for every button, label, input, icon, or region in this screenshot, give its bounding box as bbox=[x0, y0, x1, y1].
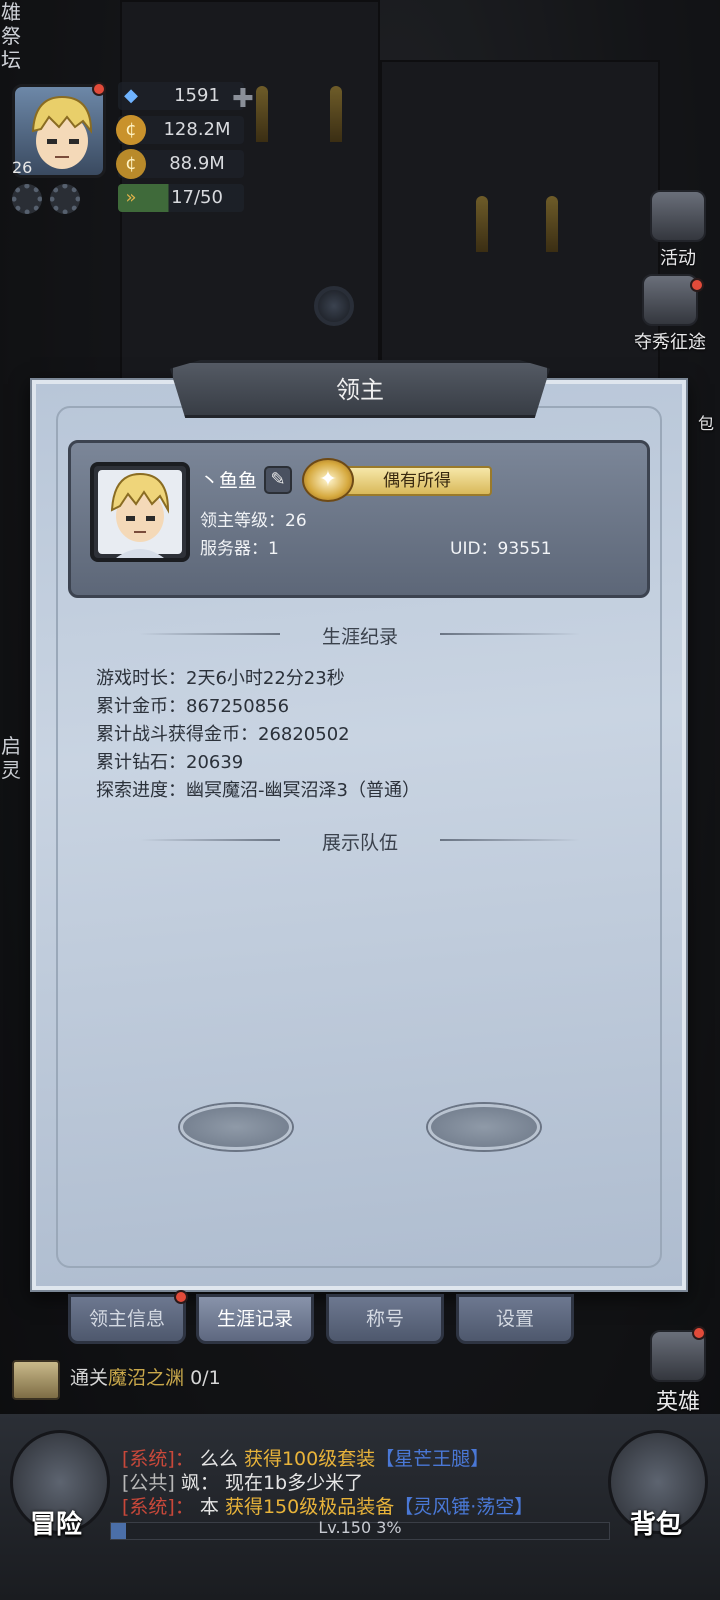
stat-total-diamonds: 累计钻石：20639 bbox=[96, 752, 244, 773]
team-section-header: 展示队伍 bbox=[140, 828, 580, 855]
side-item-partial[interactable]: 包 bbox=[698, 410, 714, 434]
coin-counter: ¢ 88.9M bbox=[116, 149, 244, 179]
side-item-partial-label: 包 bbox=[697, 414, 714, 433]
scroll-icon bbox=[650, 190, 706, 242]
chat-text: 现在1b多少米了 bbox=[224, 1472, 364, 1494]
quest-tracker[interactable]: 通关魔沼之渊 0/1 bbox=[12, 1358, 432, 1400]
dialog-title: 领主 bbox=[170, 360, 550, 418]
diamond-icon: ◆ bbox=[124, 85, 138, 106]
notification-dot bbox=[174, 1290, 188, 1304]
title-badge[interactable]: 偶有所得 ✦ bbox=[302, 458, 498, 502]
chat-message: [系统]： 么么 获得100级套装【星芒王腿】 bbox=[122, 1444, 489, 1471]
chat-tag: [公共] bbox=[122, 1472, 175, 1494]
stat-exploration: 探索进度：幽冥魔沼-幽冥沼泽3（普通） bbox=[96, 780, 420, 801]
gold-value: 128.2M bbox=[163, 119, 231, 140]
activity-button[interactable]: 活动 bbox=[650, 190, 706, 270]
notification-dot bbox=[92, 82, 106, 96]
chat-text: 获得100级套装 bbox=[243, 1448, 376, 1470]
divider bbox=[140, 839, 280, 841]
career-section-header: 生涯纪录 bbox=[140, 622, 580, 649]
chat-sender: 么么 bbox=[199, 1448, 238, 1470]
quest-progress: 0/1 bbox=[190, 1367, 221, 1389]
team-header-text: 展示队伍 bbox=[321, 832, 398, 854]
diamond-value: 1591 bbox=[174, 85, 220, 106]
campaign-label: 夺秀征途 bbox=[634, 332, 706, 353]
server-info: 服务器：1 bbox=[200, 539, 279, 559]
player-level: 26 bbox=[12, 158, 33, 177]
team-slot[interactable] bbox=[428, 1104, 540, 1150]
quest-prefix: 通关 bbox=[70, 1367, 109, 1389]
tab-lord-info[interactable]: 领主信息 bbox=[68, 1294, 186, 1344]
tab-career-record[interactable]: 生涯记录 bbox=[196, 1294, 314, 1344]
hero-button[interactable]: 英雄 bbox=[650, 1330, 706, 1416]
chat-text: 获得150级极品装备 bbox=[224, 1496, 395, 1518]
chat-sender: 本 bbox=[199, 1496, 219, 1518]
player-name: 丶鱼鱼 bbox=[200, 470, 258, 492]
side-text-spirit[interactable]: 启 灵 bbox=[0, 734, 22, 782]
gold-counter: ¢ 128.2M bbox=[116, 115, 244, 145]
chat-message: [系统]： 本 获得150级极品装备【灵风锤·荡空】 bbox=[122, 1492, 533, 1519]
activity-label: 活动 bbox=[660, 248, 696, 269]
chat-item[interactable]: 【星芒王腿】 bbox=[375, 1448, 489, 1470]
coin-icon: ¢ bbox=[116, 149, 146, 179]
edit-name-icon[interactable]: ✎ bbox=[264, 466, 292, 494]
coin-value: 88.9M bbox=[169, 153, 225, 174]
bag-label: 背包 bbox=[630, 1510, 683, 1540]
tab-titles[interactable]: 称号 bbox=[326, 1294, 444, 1344]
add-diamond-icon[interactable]: ✚ bbox=[232, 84, 254, 114]
hero-label: 英雄 bbox=[655, 1390, 700, 1415]
lord-level: 领主等级：26 bbox=[200, 511, 307, 531]
chat-item[interactable]: 【灵风锤·荡空】 bbox=[394, 1496, 533, 1518]
chat-message: [公共] 飒： 现在1b多少米了 bbox=[122, 1468, 363, 1495]
stat-total-gold: 累计金币：867250856 bbox=[96, 696, 290, 717]
notification-dot bbox=[690, 278, 704, 292]
stat-playtime: 游戏时长：2天6小时22分23秒 bbox=[96, 668, 345, 689]
hero-portrait-icon bbox=[110, 472, 170, 558]
uid-info: UID：93551 bbox=[450, 539, 552, 559]
stamina-counter: » 17/50 bbox=[118, 184, 244, 212]
xp-percent: 3% bbox=[376, 1518, 402, 1537]
player-portrait[interactable] bbox=[90, 462, 190, 562]
stat-battle-gold: 累计战斗获得金币：26820502 bbox=[96, 724, 350, 745]
winged-emblem-icon: ✦ bbox=[302, 458, 354, 502]
chat-tag: [系统]： bbox=[122, 1496, 194, 1518]
divider bbox=[440, 839, 580, 841]
career-header-text: 生涯纪录 bbox=[321, 626, 398, 648]
chat-sender: 飒： bbox=[180, 1472, 219, 1494]
notification-dot bbox=[692, 1326, 706, 1340]
gear-icon[interactable] bbox=[12, 184, 42, 214]
adventure-label: 冒险 bbox=[30, 1510, 83, 1540]
gear-icon[interactable] bbox=[50, 184, 80, 214]
stamina-arrow-icon: » bbox=[125, 187, 137, 208]
title-badge-label: 偶有所得 bbox=[342, 466, 492, 496]
quest-scroll-icon bbox=[12, 1360, 60, 1400]
team-slot[interactable] bbox=[180, 1104, 292, 1150]
side-text-altar[interactable]: 雄 祭 坛 bbox=[0, 0, 22, 72]
divider bbox=[140, 633, 280, 635]
chat-tag: [系统]： bbox=[122, 1448, 194, 1470]
xp-text: Lv.150 3% bbox=[110, 1518, 610, 1537]
xp-level: Lv.150 bbox=[318, 1518, 372, 1537]
gold-coin-icon: ¢ bbox=[116, 115, 146, 145]
divider bbox=[440, 633, 580, 635]
quest-target: 魔沼之渊 bbox=[108, 1367, 185, 1389]
diamond-counter: ◆ 1591 bbox=[118, 82, 244, 110]
stamina-value: 17/50 bbox=[171, 187, 223, 208]
tab-settings[interactable]: 设置 bbox=[456, 1294, 574, 1344]
